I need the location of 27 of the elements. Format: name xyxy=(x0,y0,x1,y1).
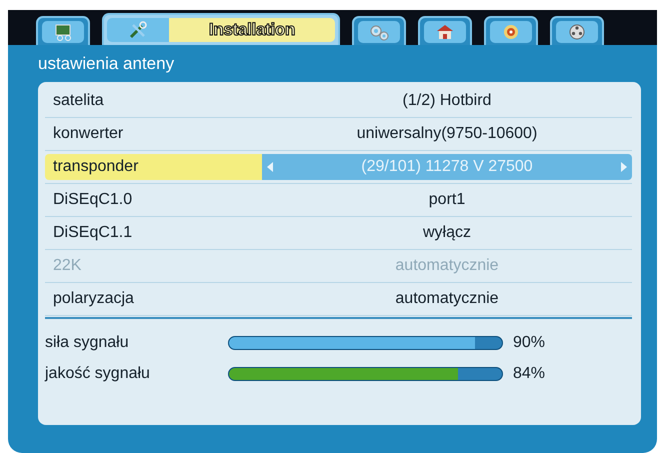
menu-tab[interactable] xyxy=(36,16,90,45)
film-reel-icon xyxy=(567,22,587,42)
setting-label[interactable]: transponder xyxy=(45,154,262,180)
panel-title: ustawienia anteny xyxy=(38,54,174,73)
setting-label[interactable]: DiSEqC1.0 xyxy=(45,187,262,213)
arrow-right-icon[interactable] xyxy=(620,162,628,172)
setting-value[interactable]: automatycznie xyxy=(395,287,499,311)
arrow-left-icon[interactable] xyxy=(266,162,274,172)
setting-label[interactable]: konwerter xyxy=(45,121,262,147)
menu-tab[interactable] xyxy=(352,16,406,45)
menu-tab[interactable] xyxy=(484,16,538,45)
menu-tab[interactable] xyxy=(418,16,472,45)
meter-reading: 84% xyxy=(512,364,546,384)
setting-label[interactable]: satelita xyxy=(45,88,262,114)
setting-value[interactable]: uniwersalny(9750-10600) xyxy=(356,122,538,146)
setting-value[interactable]: wyłącz xyxy=(422,221,471,245)
setting-label[interactable]: polaryzacja xyxy=(45,286,262,312)
menu-tab[interactable] xyxy=(550,16,604,45)
setting-value[interactable]: (1/2) Hotbird xyxy=(402,89,492,113)
setting-label[interactable]: DiSEqC1.1 xyxy=(45,220,262,246)
monitor-icon xyxy=(53,22,73,42)
tab-label: Installation xyxy=(208,19,296,42)
meter-label: siła sygnału xyxy=(45,332,130,352)
meter-reading: 90% xyxy=(512,332,546,352)
tools-icon xyxy=(128,20,148,40)
meter-label: jakość sygnału xyxy=(45,364,151,384)
setting-value[interactable]: port1 xyxy=(428,188,466,212)
